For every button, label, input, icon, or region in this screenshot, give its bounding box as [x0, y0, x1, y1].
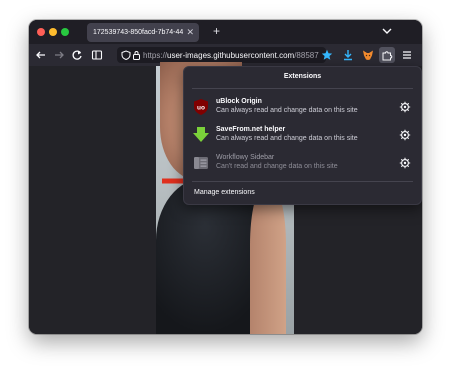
extension-item-savefrom[interactable]: SaveFrom.net helper Can always read and … [184, 123, 421, 147]
manage-extensions-link[interactable]: Manage extensions [184, 185, 421, 201]
savefrom-icon [193, 127, 209, 142]
divider [192, 181, 413, 182]
workflowy-icon [194, 157, 208, 169]
extension-permission-text: Can't read and change data on this site [216, 163, 338, 170]
shield-icon[interactable] [121, 50, 131, 60]
image-person-arm [250, 186, 286, 334]
tab-title: 172539743-850facd-7b74-4447-8 [93, 29, 183, 36]
url-path: /88587 [294, 51, 319, 60]
gear-icon[interactable] [399, 157, 411, 169]
chevron-down-icon[interactable] [382, 26, 392, 36]
tab-close-icon[interactable]: ✕ [186, 26, 194, 38]
ublock-icon: uo [194, 99, 208, 115]
star-icon [321, 49, 333, 60]
extension-permission-text: Can always read and change data on this … [216, 107, 358, 114]
close-window-button[interactable] [37, 28, 45, 36]
extension-name: Workflowy Sidebar [216, 154, 275, 161]
app-menu-button[interactable] [399, 47, 415, 63]
extensions-panel-title: Extensions [283, 73, 322, 80]
extensions-panel: Extensions uo uBlock Origin Can always r… [183, 66, 422, 205]
lock-icon[interactable] [132, 50, 141, 60]
tab-active[interactable]: 172539743-850facd-7b74-4447-8 ✕ [87, 23, 199, 42]
bookmark-star-button[interactable] [319, 47, 335, 63]
browser-window: 172539743-850facd-7b74-4447-8 ✕ + [29, 20, 422, 334]
downloads-button[interactable] [340, 47, 356, 63]
url-host: user-images.githubusercontent.com [167, 51, 295, 60]
url-text: https://user-images.githubusercontent.co… [143, 50, 323, 61]
gear-icon[interactable] [399, 101, 411, 113]
svg-text:uo: uo [197, 105, 205, 112]
tab-strip: 172539743-850facd-7b74-4447-8 ✕ + [29, 20, 422, 44]
address-bar[interactable]: https://user-images.githubusercontent.co… [117, 47, 326, 63]
fox-icon [363, 50, 373, 60]
hamburger-menu-icon [403, 51, 411, 59]
metamask-extension-button[interactable] [360, 47, 376, 63]
url-scheme: https:// [143, 51, 168, 60]
puzzle-piece-icon [382, 51, 393, 61]
extensions-button[interactable] [379, 47, 395, 63]
back-icon[interactable] [35, 49, 47, 61]
extension-item-workflowy[interactable]: Workflowy Sidebar Can't read and change … [184, 151, 421, 175]
gear-icon[interactable] [399, 129, 411, 141]
extension-permission-text: Can always read and change data on this … [216, 135, 358, 142]
extension-item-ublock[interactable]: uo uBlock Origin Can always read and cha… [184, 95, 421, 119]
extension-name: SaveFrom.net helper [216, 126, 286, 133]
minimize-window-button[interactable] [49, 28, 57, 36]
extension-name: uBlock Origin [216, 98, 262, 105]
download-icon [344, 50, 352, 61]
zoom-window-button[interactable] [61, 28, 69, 36]
new-tab-button[interactable]: + [213, 24, 220, 38]
divider [192, 88, 413, 89]
reload-icon[interactable] [71, 49, 83, 61]
forward-icon[interactable] [53, 49, 65, 61]
reader-view-icon[interactable] [91, 49, 103, 61]
